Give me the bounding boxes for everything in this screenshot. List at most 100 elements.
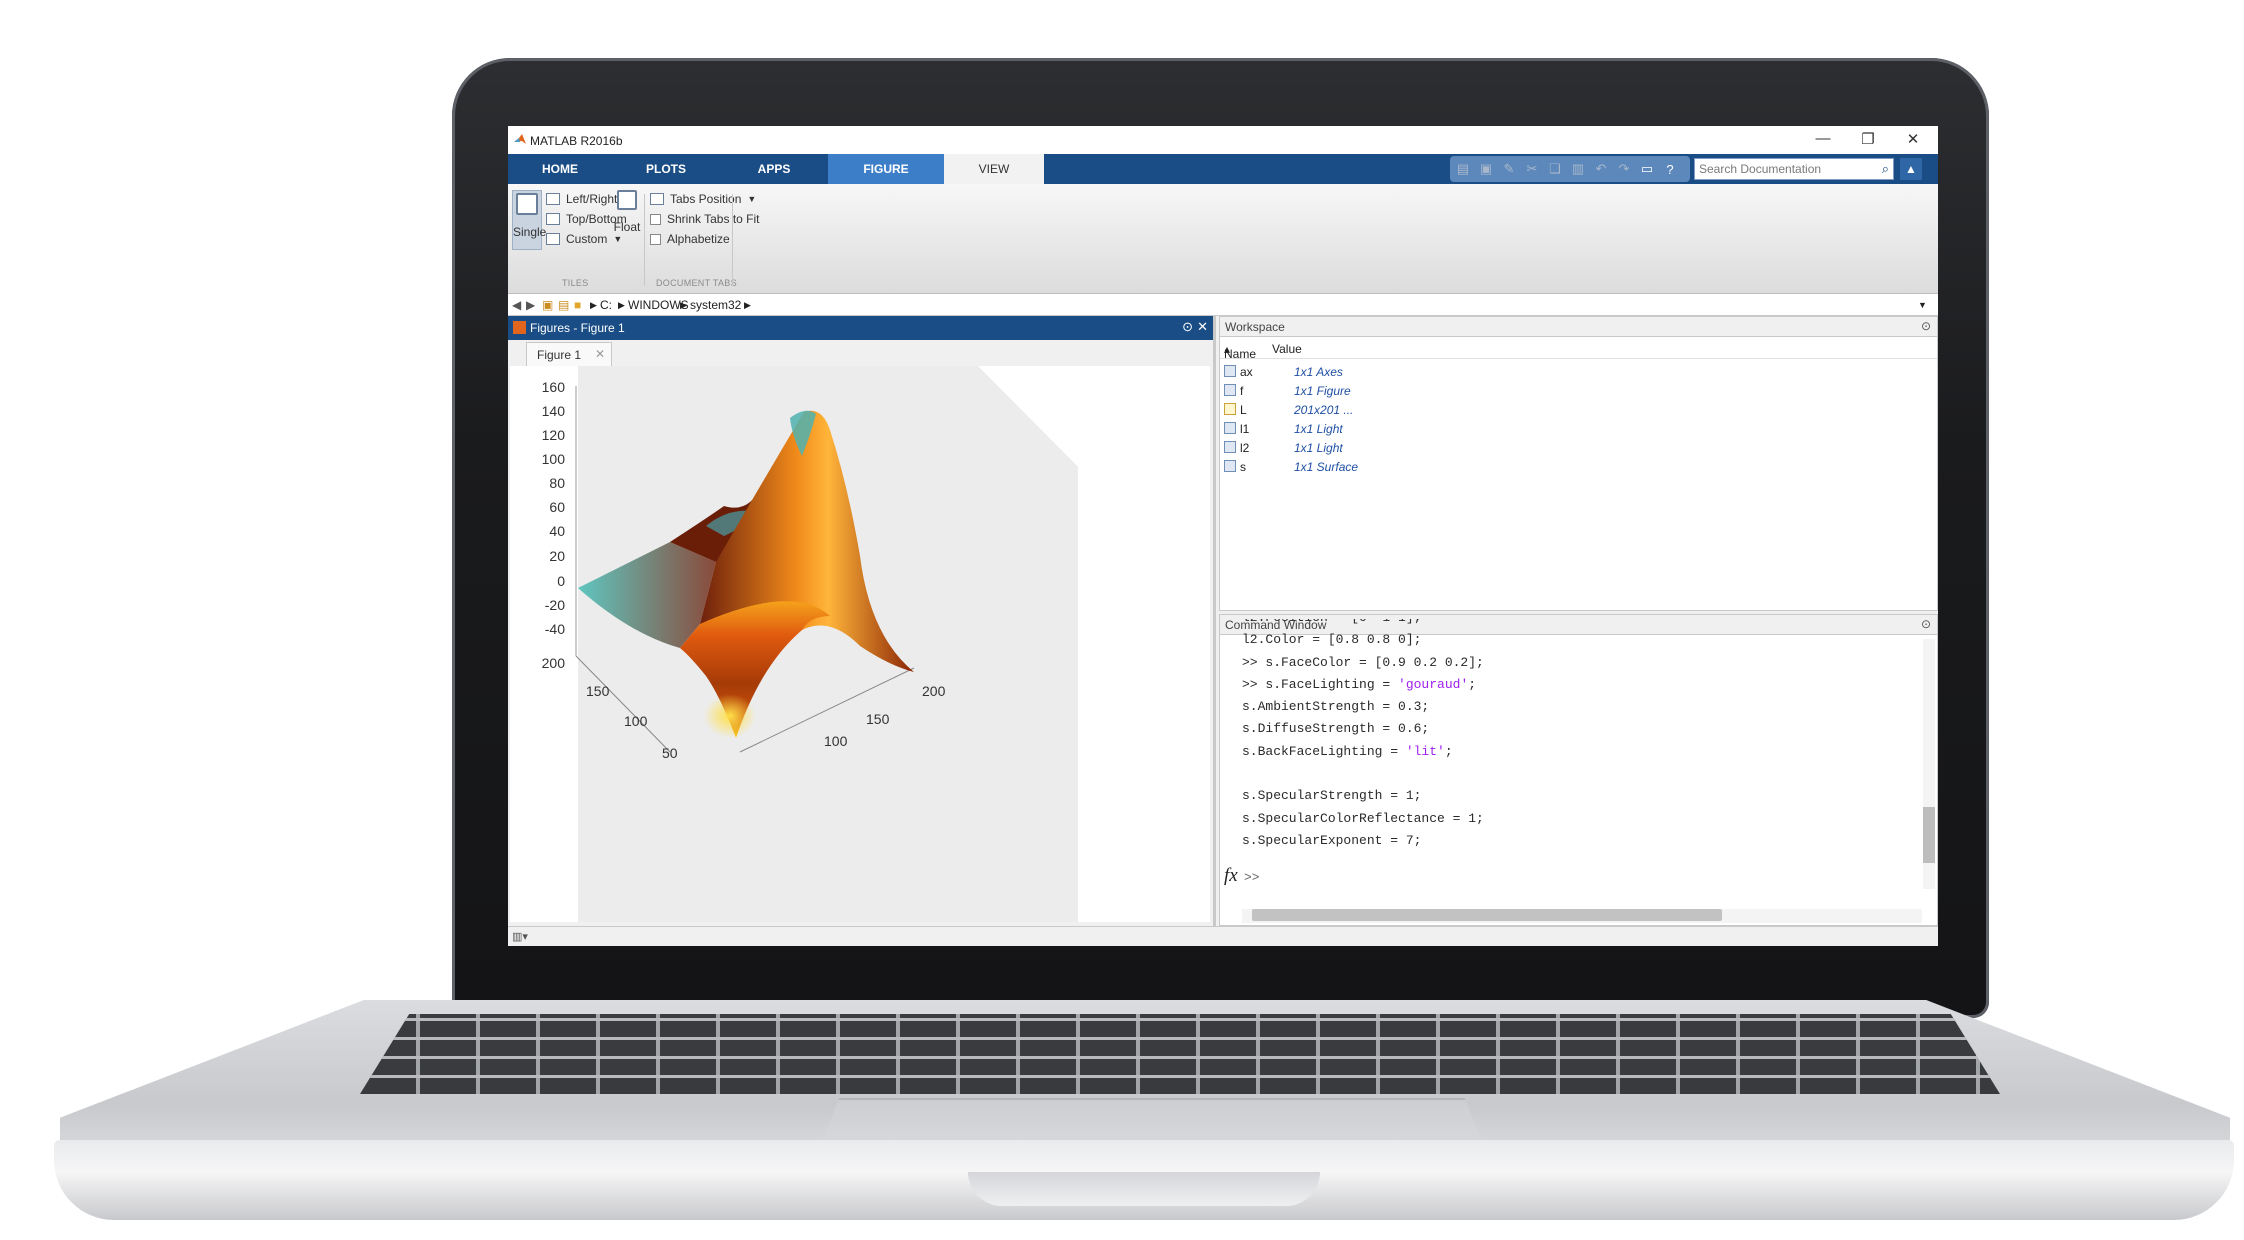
command-line: s.DiffuseStrength = 0.6; <box>1242 718 1922 740</box>
figures-panel: Figures - Figure 1 ⊙ ✕ Figure 1 ✕ 160 14… <box>508 316 1216 926</box>
y-axis-line <box>575 655 671 753</box>
variable-value: 1x1 Light <box>1294 422 1343 436</box>
workspace-row[interactable]: f 1x1 Figure <box>1220 382 1937 401</box>
tab-plots[interactable]: PLOTS <box>612 154 720 184</box>
address-dropdown-icon[interactable]: ▼ <box>1918 300 1927 310</box>
chevron-right-icon: ▶ <box>618 300 625 310</box>
address-drive[interactable]: C: <box>600 298 612 312</box>
workspace-row[interactable]: l1 1x1 Light <box>1220 420 1937 439</box>
plot-area[interactable]: 160 140 120 100 80 60 40 20 0 -20 -40 20… <box>510 366 1210 922</box>
close-button[interactable]: ✕ <box>1893 130 1933 150</box>
help-icon[interactable]: ? <box>1659 159 1681 179</box>
variable-name: L <box>1240 403 1247 417</box>
forward-icon[interactable]: ▶ <box>526 298 535 312</box>
save-icon[interactable]: ▣ <box>1475 159 1497 179</box>
z-tick-label: 100 <box>542 451 566 467</box>
matlab-logo-icon <box>514 134 526 144</box>
z-tick-label: 0 <box>557 573 565 589</box>
variable-value: 1x1 Surface <box>1294 460 1359 474</box>
folder-icon: ■ <box>574 298 582 312</box>
shrink-tabs-checkbox[interactable]: Shrink Tabs to Fit <box>650 212 759 226</box>
variable-value: 201x201 ... <box>1294 403 1354 417</box>
command-line: >> s.FaceLighting = 'gouraud'; <box>1242 674 1922 696</box>
chevron-down-icon: ▼ <box>613 234 623 244</box>
command-pre: s.BackFaceLighting = <box>1242 743 1406 759</box>
address-folder-system32[interactable]: system32 <box>690 298 741 312</box>
surface-valley-glow <box>704 694 756 738</box>
tabs-position-label: Tabs Position <box>670 192 742 206</box>
layout-icon[interactable]: ▭ <box>1636 159 1658 179</box>
single-button[interactable]: Single <box>512 190 546 250</box>
search-icon[interactable]: ⌕ <box>1882 161 1889 177</box>
workspace-row[interactable]: s 1x1 Surface <box>1220 458 1937 477</box>
vertical-scroll-thumb[interactable] <box>1923 807 1935 863</box>
horizontal-scroll-thumb[interactable] <box>1252 909 1722 921</box>
x-tick-label: 200 <box>922 683 946 699</box>
value-column-header[interactable]: Value <box>1272 342 1302 356</box>
command-prompt[interactable]: >> <box>1244 870 1260 885</box>
tab-figure[interactable]: FIGURE <box>828 154 944 184</box>
back-icon[interactable]: ◀ <box>512 298 521 312</box>
command-pre: >> s.FaceLighting = <box>1242 676 1399 692</box>
close-panel-icon[interactable]: ✕ <box>1197 319 1208 335</box>
name-column-header[interactable]: Name ▴ <box>1224 342 1256 361</box>
variable-name: l2 <box>1240 441 1250 455</box>
browse-folder-icon[interactable]: ▤ <box>558 298 569 312</box>
workspace-row[interactable]: l2 1x1 Light <box>1220 439 1937 458</box>
toolstrip-tabs: HOME PLOTS APPS FIGURE VIEW ▤ ▣ ✎ ✂ ❏ ▥ … <box>508 154 1938 184</box>
chevron-down-icon: ▼ <box>747 194 757 204</box>
tab-view[interactable]: VIEW <box>944 154 1044 184</box>
top-bottom-icon <box>546 213 560 225</box>
status-bar: ▥▾ <box>508 926 1938 946</box>
search-field[interactable]: Search Documentation ⌕ <box>1694 158 1894 180</box>
status-grip-icon[interactable]: ▥▾ <box>512 930 528 943</box>
workspace-header: Name ▴ Value <box>1220 337 1937 361</box>
workspace-row[interactable]: ax 1x1 Axes <box>1220 363 1937 382</box>
checkbox-icon <box>650 233 661 245</box>
tabs-position-button[interactable]: Tabs Position ▼ <box>650 192 756 206</box>
panel-menu-icon[interactable]: ⊙ <box>1182 319 1193 335</box>
chevron-right-icon: ▶ <box>590 300 597 310</box>
workspace-list: ax 1x1 Axes f 1x1 Figure L 201x201 ... l1 1x… <box>1220 363 1937 477</box>
workspace-title: Workspace <box>1225 320 1285 334</box>
figure-tab[interactable]: Figure 1 ✕ <box>526 342 612 366</box>
chevron-right-icon: ▶ <box>744 300 751 310</box>
float-button[interactable]: Float <box>612 190 642 234</box>
fx-icon[interactable]: fx <box>1224 865 1238 887</box>
workspace-titlebar: Workspace ⊙ <box>1220 317 1937 337</box>
y-tick-label: 100 <box>624 713 648 729</box>
command-str: 'lit' <box>1405 743 1445 759</box>
panel-menu-icon[interactable]: ⊙ <box>1921 319 1931 333</box>
command-line: l2.Color = [0.8 0.8 0]; <box>1242 629 1922 651</box>
collapse-toolstrip-icon[interactable]: ▲ <box>1900 158 1922 180</box>
up-folder-icon[interactable]: ▣ <box>542 298 553 312</box>
close-tab-icon[interactable]: ✕ <box>595 347 605 361</box>
figures-titlebar: Figures - Figure 1 ⊙ ✕ <box>508 316 1213 340</box>
cut-icon[interactable]: ✂ <box>1521 159 1543 179</box>
tiles-group-label: TILES <box>562 278 589 288</box>
restore-button[interactable]: ❐ <box>1848 130 1888 150</box>
z-tick-label: 60 <box>549 499 565 515</box>
y-tick-label: 50 <box>662 745 678 761</box>
alphabetize-checkbox[interactable]: Alphabetize <box>650 232 730 246</box>
minimize-button[interactable]: — <box>1803 130 1843 150</box>
variable-name: ax <box>1240 365 1253 379</box>
left-right-button[interactable]: Left/Right <box>546 192 617 206</box>
paste-icon[interactable]: ▥ <box>1567 159 1589 179</box>
tab-apps[interactable]: APPS <box>720 154 828 184</box>
tabs-position-icon <box>650 193 664 205</box>
command-window[interactable]: Command Window ⊙ l2.Position = [0 -1 1];… <box>1219 614 1938 926</box>
tab-home[interactable]: HOME <box>508 154 612 184</box>
command-post: ; <box>1444 743 1453 759</box>
custom-button[interactable]: Custom ▼ <box>546 232 622 246</box>
copy-icon[interactable]: ❏ <box>1544 159 1566 179</box>
open-icon[interactable]: ▤ <box>1452 159 1474 179</box>
panel-menu-icon[interactable]: ⊙ <box>1921 617 1931 631</box>
command-line: l2.Position = [0 -1 1]; <box>1242 619 1922 629</box>
redo-icon[interactable]: ↷ <box>1613 159 1635 179</box>
z-tick-label: 140 <box>542 403 566 419</box>
alphabetize-label: Alphabetize <box>667 232 730 246</box>
undo-icon[interactable]: ↶ <box>1590 159 1612 179</box>
pen-icon[interactable]: ✎ <box>1498 159 1520 179</box>
workspace-row[interactable]: L 201x201 ... <box>1220 401 1937 420</box>
